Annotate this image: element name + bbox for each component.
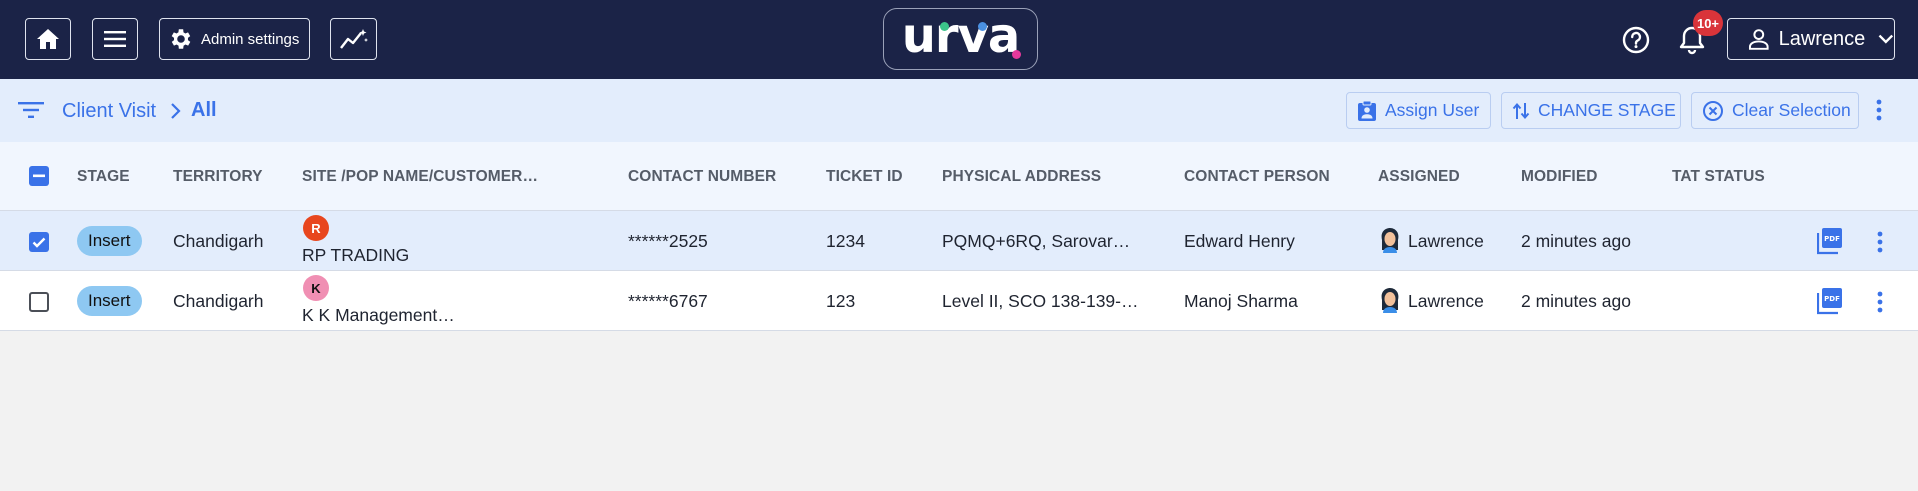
row-checkbox[interactable] xyxy=(29,292,49,312)
territory-cell: Chandigarh xyxy=(173,231,264,251)
assign-user-label: Assign User xyxy=(1385,100,1480,120)
column-header-site[interactable]: SITE /POP NAME/CUSTOMER… xyxy=(302,168,538,186)
clear-selection-label: Clear Selection xyxy=(1732,100,1851,120)
assignee-avatar-icon xyxy=(1381,228,1399,253)
more-vertical-icon[interactable] xyxy=(1876,99,1882,121)
ticket-id-cell: 123 xyxy=(826,291,856,311)
urva-logo[interactable]: urva xyxy=(883,8,1038,70)
menu-button[interactable] xyxy=(92,18,138,60)
assigned-cell: Lawrence xyxy=(1408,231,1484,251)
chevron-right-icon xyxy=(171,103,181,119)
column-header-stage[interactable]: STAGE xyxy=(77,168,130,186)
notification-badge: 10+ xyxy=(1693,10,1723,36)
pdf-icon[interactable]: PDF xyxy=(1817,287,1843,315)
column-header-ticket-id[interactable]: TICKET ID xyxy=(826,168,903,186)
site-initial-avatar: K xyxy=(303,275,329,301)
modified-cell: 2 minutes ago xyxy=(1521,231,1631,251)
physical-address-cell: PQMQ+6RQ, Sarovar… xyxy=(942,231,1131,251)
contact-number-cell: ******6767 xyxy=(628,291,708,311)
user-name: Lawrence xyxy=(1778,27,1866,50)
home-icon xyxy=(37,29,59,49)
assignee-avatar-icon xyxy=(1381,288,1399,313)
physical-address-cell: Level II, SCO 138-139-… xyxy=(942,291,1139,311)
admin-settings-button[interactable]: Admin settings xyxy=(159,18,310,60)
check-icon xyxy=(32,237,46,248)
column-header-territory[interactable]: TERRITORY xyxy=(173,168,263,186)
admin-settings-label: Admin settings xyxy=(201,30,300,48)
site-name-cell: RP TRADING xyxy=(302,245,410,265)
menu-icon xyxy=(104,31,126,47)
contact-person-cell: Edward Henry xyxy=(1184,231,1295,251)
home-button[interactable] xyxy=(25,18,71,60)
ticket-id-cell: 1234 xyxy=(826,231,865,251)
logo-dot-pink xyxy=(1012,50,1021,59)
column-header-physical-address[interactable]: PHYSICAL ADDRESS xyxy=(942,168,1101,186)
breadcrumb-client-visit[interactable]: Client Visit xyxy=(62,100,156,123)
contact-number-cell: ******2525 xyxy=(628,231,708,251)
column-header-assigned[interactable]: ASSIGNED xyxy=(1378,168,1460,186)
logo-text: urva xyxy=(901,8,1021,64)
row-more-icon[interactable] xyxy=(1877,291,1883,313)
indeterminate-icon xyxy=(33,174,45,178)
logo-dot-green xyxy=(940,22,949,31)
column-header-contact-number[interactable]: CONTACT NUMBER xyxy=(628,168,776,186)
assigned-cell: Lawrence xyxy=(1408,291,1484,311)
swap-vertical-icon xyxy=(1512,102,1530,119)
help-icon[interactable] xyxy=(1621,25,1651,55)
stage-chip: Insert xyxy=(77,226,142,256)
filter-icon[interactable] xyxy=(18,101,44,119)
stage-chip: Insert xyxy=(77,286,142,316)
row-checkbox[interactable] xyxy=(29,232,49,252)
row-more-icon[interactable] xyxy=(1877,231,1883,253)
logo-dot-blue xyxy=(978,22,987,31)
territory-cell: Chandigarh xyxy=(173,291,264,311)
clear-circle-icon xyxy=(1703,100,1723,121)
analytics-icon xyxy=(339,29,368,49)
svg-text:PDF: PDF xyxy=(1824,295,1840,303)
modified-cell: 2 minutes ago xyxy=(1521,291,1631,311)
site-initial-avatar: R xyxy=(303,215,329,241)
column-header-contact-person[interactable]: CONTACT PERSON xyxy=(1184,168,1330,186)
assign-user-icon xyxy=(1358,100,1376,121)
svg-text:PDF: PDF xyxy=(1824,235,1840,243)
chevron-down-icon xyxy=(1878,34,1894,44)
gear-icon xyxy=(171,29,191,49)
clear-selection-button[interactable]: Clear Selection xyxy=(1691,92,1859,129)
analytics-button[interactable] xyxy=(330,18,377,60)
assign-user-button[interactable]: Assign User xyxy=(1346,92,1491,129)
contact-person-cell: Manoj Sharma xyxy=(1184,291,1298,311)
site-name-cell: K K Management… xyxy=(302,305,455,325)
change-stage-label: CHANGE STAGE xyxy=(1538,100,1676,120)
change-stage-button[interactable]: CHANGE STAGE xyxy=(1501,92,1681,129)
column-header-modified[interactable]: MODIFIED xyxy=(1521,168,1598,186)
column-header-tat-status[interactable]: TAT STATUS xyxy=(1672,168,1765,186)
user-icon xyxy=(1748,29,1769,50)
pdf-icon[interactable]: PDF xyxy=(1817,227,1843,255)
select-all-checkbox[interactable] xyxy=(29,166,49,186)
breadcrumb-current: All xyxy=(191,99,217,121)
user-menu-button[interactable]: Lawrence xyxy=(1727,18,1895,60)
